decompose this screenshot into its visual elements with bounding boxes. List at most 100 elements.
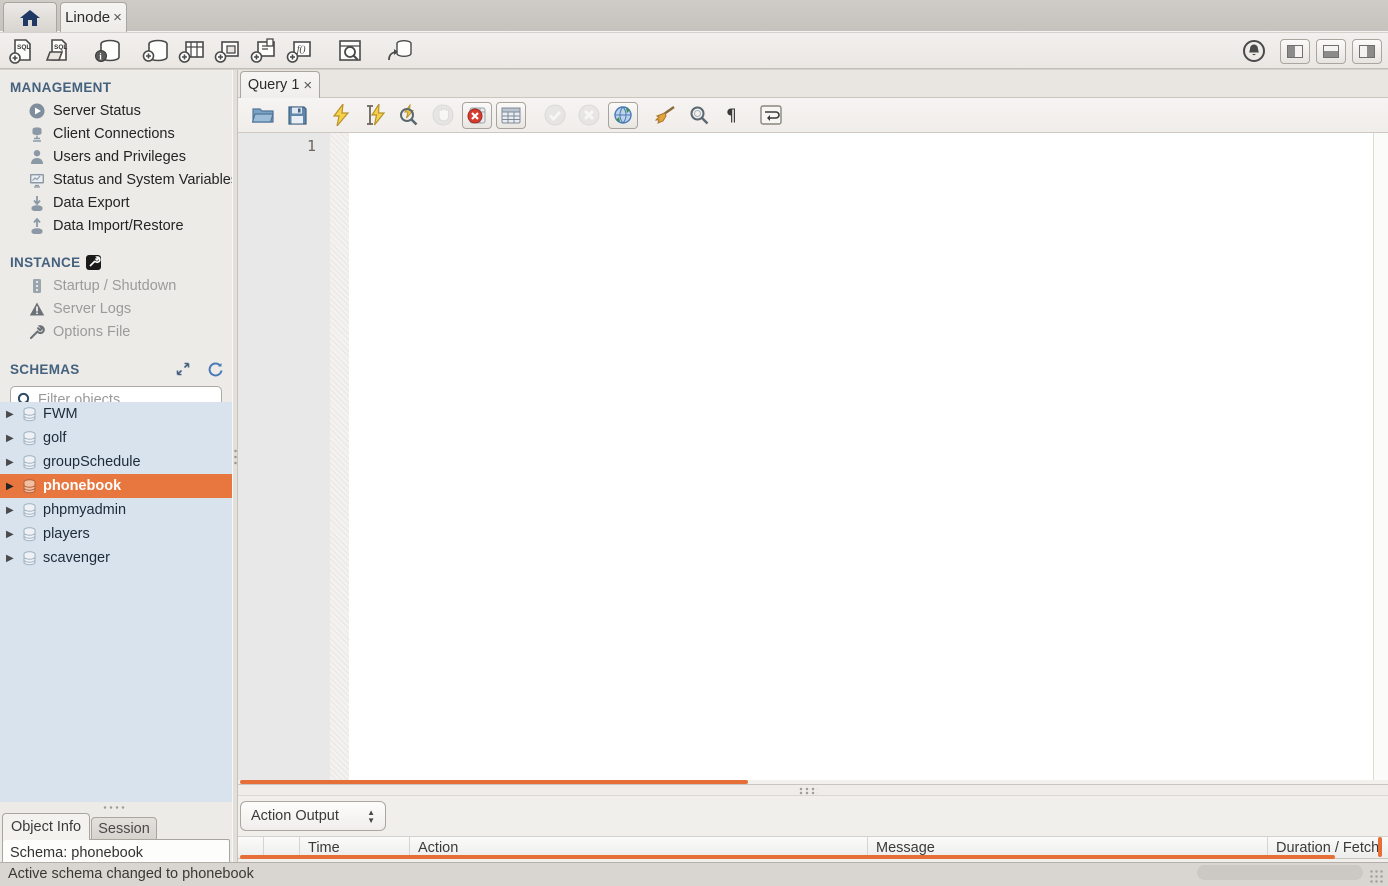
status-bar: Active schema changed to phonebook — [0, 862, 1388, 886]
notifications-icon[interactable] — [1242, 39, 1266, 63]
schema-row-groupschedule[interactable]: ▶ groupSchedule — [0, 450, 232, 474]
user-icon — [28, 148, 45, 165]
expander-icon[interactable]: ▶ — [6, 481, 16, 492]
wrench-badge-icon — [86, 255, 101, 270]
reconnect-dbms-icon[interactable] — [382, 36, 418, 66]
commit-icon — [538, 101, 572, 129]
instance-section-header: INSTANCE — [0, 237, 232, 274]
sidebar-item-options-file[interactable]: Options File — [0, 320, 232, 343]
home-icon — [19, 9, 41, 27]
create-function-icon[interactable]: f() — [282, 36, 318, 66]
save-icon[interactable] — [280, 101, 314, 129]
find-icon[interactable] — [682, 101, 716, 129]
tab-query-1[interactable]: Query 1 × — [240, 71, 320, 98]
open-sql-script-icon[interactable]: SQL — [40, 36, 76, 66]
create-procedure-icon[interactable] — [246, 36, 282, 66]
create-view-icon[interactable] — [210, 36, 246, 66]
refresh-icon[interactable] — [206, 361, 224, 377]
export-icon — [28, 194, 45, 211]
schema-row-phonebook[interactable]: ▶ phonebook — [0, 474, 232, 498]
create-schema-icon[interactable] — [138, 36, 174, 66]
sidebar-item-server-status[interactable]: Server Status — [0, 99, 232, 122]
tab-object-info[interactable]: Object Info — [2, 813, 90, 840]
connection-tab-label: Linode — [65, 9, 110, 26]
search-table-data-icon[interactable] — [332, 36, 368, 66]
svg-text:SQL: SQL — [54, 44, 67, 51]
database-icon — [22, 551, 37, 566]
home-tab[interactable] — [3, 2, 57, 32]
editor-scrollbar-gutter — [1374, 133, 1388, 780]
expander-icon[interactable]: ▶ — [6, 409, 16, 420]
create-table-icon[interactable] — [174, 36, 210, 66]
toggle-bottom-panel-button[interactable] — [1316, 39, 1346, 64]
sidebar-item-data-import-restore[interactable]: Data Import/Restore — [0, 214, 232, 237]
database-icon — [22, 455, 37, 470]
management-section-header: MANAGEMENT — [0, 70, 232, 99]
connection-tab-linode[interactable]: Linode × — [60, 2, 127, 32]
expander-icon[interactable]: ▶ — [6, 553, 16, 564]
sql-editor-toolbar: ¶ — [238, 98, 1388, 133]
show-invisibles-icon[interactable]: ¶ — [716, 101, 750, 129]
schema-row-fwm[interactable]: ▶ FWM — [0, 402, 232, 426]
sql-code-editor[interactable]: 1 — [238, 133, 1388, 780]
sidebar-item-users-privileges[interactable]: Users and Privileges — [0, 145, 232, 168]
expander-icon[interactable]: ▶ — [6, 433, 16, 444]
toggle-right-panel-button[interactable] — [1352, 39, 1382, 64]
sidebar-item-startup-shutdown[interactable]: Startup / Shutdown — [0, 274, 232, 297]
toggle-wrap-icon[interactable] — [754, 101, 788, 129]
sidebar-item-status-system-variables[interactable]: Status and System Variables — [0, 168, 232, 191]
close-icon[interactable]: × — [113, 10, 122, 25]
code-text-area[interactable] — [349, 133, 1374, 780]
toggle-stop-on-error-button[interactable] — [462, 102, 492, 129]
schema-row-phpmyadmin[interactable]: ▶ phpmyadmin — [0, 498, 232, 522]
warning-triangle-icon — [28, 300, 45, 317]
sql-editor-pane: Query 1 × — [238, 70, 1388, 862]
database-icon — [22, 431, 37, 446]
code-folding-strip — [330, 133, 349, 780]
output-horizontal-scrollbar[interactable] — [240, 855, 1335, 859]
play-circle-icon — [28, 102, 45, 119]
output-vertical-scrollbar[interactable] — [1378, 837, 1382, 857]
expander-icon[interactable]: ▶ — [6, 457, 16, 468]
left-panel-icon — [1287, 45, 1303, 58]
mysql-workbench-window: Linode × SQL SQL i f() — [0, 0, 1388, 886]
explain-icon[interactable] — [392, 101, 426, 129]
expand-panel-icon[interactable] — [174, 361, 192, 377]
window-resize-grip[interactable] — [1369, 869, 1385, 883]
schema-row-golf[interactable]: ▶ golf — [0, 426, 232, 450]
execute-icon[interactable] — [324, 101, 358, 129]
bottom-panel-icon — [1323, 45, 1339, 58]
new-sql-tab-icon[interactable]: SQL — [4, 36, 40, 66]
schema-inspector-icon[interactable]: i — [90, 36, 126, 66]
object-info-text: Schema: phonebook — [10, 845, 222, 861]
tab-session[interactable]: Session — [91, 817, 157, 840]
sidebar-item-client-connections[interactable]: Client Connections — [0, 122, 232, 145]
schema-row-scavenger[interactable]: ▶ scavenger — [0, 546, 232, 570]
query-tab-bar: Query 1 × — [238, 70, 1388, 98]
output-panel-splitter[interactable] — [238, 784, 1388, 796]
combo-spinner-icon: ▲▼ — [367, 809, 375, 824]
beautify-icon[interactable] — [648, 101, 682, 129]
sidebar-item-data-export[interactable]: Data Export — [0, 191, 232, 214]
limit-rows-button[interactable] — [496, 102, 526, 129]
status-message: Active schema changed to phonebook — [8, 866, 254, 882]
expander-icon[interactable]: ▶ — [6, 529, 16, 540]
info-tab-bar: Object Info Session — [0, 812, 232, 840]
expander-icon[interactable]: ▶ — [6, 505, 16, 516]
schema-row-players[interactable]: ▶ players — [0, 522, 232, 546]
database-icon — [22, 479, 37, 494]
open-script-icon[interactable] — [246, 101, 280, 129]
svg-text:¶: ¶ — [726, 106, 737, 125]
database-icon — [22, 503, 37, 518]
execute-current-icon[interactable] — [358, 101, 392, 129]
toggle-left-panel-button[interactable] — [1280, 39, 1310, 64]
monitor-icon — [28, 171, 45, 188]
svg-text:SQL: SQL — [17, 44, 30, 51]
main-toolbar: SQL SQL i f() — [0, 33, 1388, 69]
close-icon[interactable]: × — [303, 78, 312, 93]
sidebar-item-server-logs[interactable]: Server Logs — [0, 297, 232, 320]
status-scrollbar-thumb[interactable] — [1197, 865, 1363, 880]
output-selector[interactable]: Action Output ▲▼ — [240, 801, 386, 831]
toggle-autocommit-button[interactable] — [608, 102, 638, 129]
wrench-icon — [28, 323, 45, 340]
